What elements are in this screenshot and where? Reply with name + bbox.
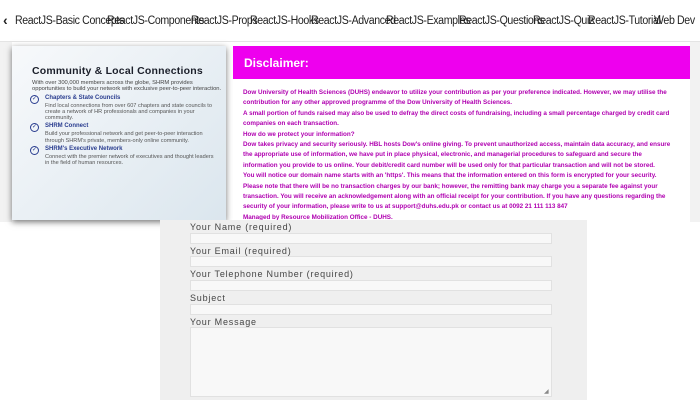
disclaimer-line: You will notice our domain name starts w… (243, 172, 657, 180)
disclaimer-section: Disclaimer: Dow University of Health Sci… (233, 42, 690, 222)
disclaimer-line: companies on each transaction. (243, 120, 339, 128)
disclaimer-line: Please note that there will be no transa… (243, 182, 658, 190)
disclaimer-body: Dow University of Health Sciences (DUHS)… (243, 88, 683, 223)
resize-handle-icon[interactable]: ◢ (544, 389, 550, 395)
tab-web-dev[interactable]: Web Dev (654, 13, 695, 29)
tab-react-components[interactable]: ReactJS-Components (107, 13, 204, 29)
message-label: Your Message (190, 317, 257, 327)
feature-executive-network: ✓ SHRM's Executive Network Connect with … (30, 145, 216, 167)
tab-react-questions[interactable]: ReactJS-Questions (459, 13, 544, 29)
page-margin-left (0, 42, 12, 222)
disclaimer-line: the appropriate use of information, we h… (243, 151, 642, 159)
tab-react-hooks[interactable]: ReactJS-Hooks (250, 13, 319, 29)
check-circle-icon: ✓ (30, 123, 39, 133)
disclaimer-title: Disclaimer: (244, 56, 309, 70)
check-circle-icon: ✓ (30, 94, 39, 104)
page-margin-right (690, 42, 700, 222)
tab-react-examples[interactable]: ReactJS-Examples (386, 13, 470, 29)
feature-desc: Connect with the premier network of exec… (45, 153, 214, 167)
name-field[interactable] (190, 233, 552, 244)
tab-bar: ‹ ReactJS-Basic Concepts ReactJS-Compone… (0, 0, 700, 42)
disclaimer-line: Dow takes privacy and security seriously… (243, 141, 671, 149)
tab-react-tutorial[interactable]: ReactJS-Tutorial (588, 13, 661, 29)
disclaimer-line: information you provide to us online. Yo… (243, 161, 655, 169)
phone-field[interactable] (190, 280, 552, 291)
email-label: Your Email (required) (190, 246, 292, 256)
disclaimer-line: How do we protect your information? (243, 130, 355, 138)
message-field[interactable]: ◢ (190, 327, 552, 397)
disclaimer-line: Dow University of Health Sciences (DUHS)… (243, 89, 667, 96)
email-field[interactable] (190, 256, 552, 267)
feature-chapters: ✓ Chapters & State Councils Find local c… (30, 94, 216, 122)
disclaimer-line: A small portion of funds raised may also… (243, 109, 670, 117)
tab-react-props[interactable]: ReactJS-Props (191, 13, 258, 29)
name-label: Your Name (required) (190, 222, 293, 232)
check-circle-icon: ✓ (30, 145, 39, 155)
phone-label: Your Telephone Number (required) (190, 269, 354, 279)
tab-react-advanced[interactable]: ReactJS-Advanced (311, 13, 396, 29)
feature-title[interactable]: SHRM's Executive Network (45, 146, 216, 153)
feature-desc: Find local connections from over 607 cha… (45, 102, 212, 122)
chevron-left-icon[interactable]: ‹ (3, 11, 8, 29)
subject-label: Subject (190, 293, 226, 303)
popup-intro: With over 300,000 members across the glo… (32, 80, 222, 93)
feature-title[interactable]: Chapters & State Councils (45, 95, 216, 102)
disclaimer-header: Disclaimer: (233, 46, 690, 79)
feature-desc: Build your professional network and get … (45, 131, 203, 144)
popup-title: Community & Local Connections (32, 65, 203, 77)
feature-shrm-connect: ✓ SHRM Connect Build your professional n… (30, 123, 216, 144)
subject-field[interactable] (190, 304, 552, 315)
disclaimer-line: transaction. You will receive an acknowl… (243, 193, 666, 201)
shrm-community-popup[interactable]: Community & Local Connections With over … (12, 46, 226, 220)
feature-title[interactable]: SHRM Connect (45, 123, 216, 130)
tab-react-quiz[interactable]: ReactJS-Quiz (533, 13, 594, 29)
disclaimer-line: security of your information, please wri… (243, 203, 568, 211)
disclaimer-line: contribution for any other approved prog… (243, 99, 513, 107)
